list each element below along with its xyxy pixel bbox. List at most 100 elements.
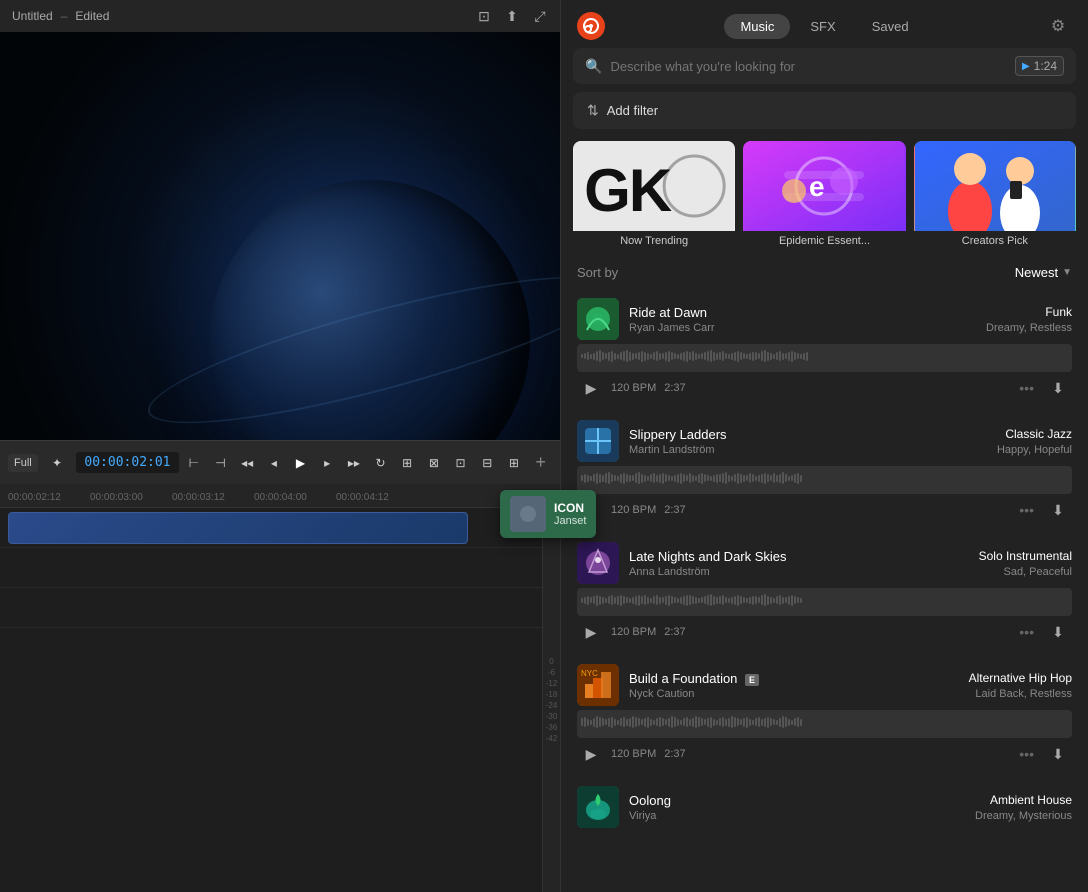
- filter-bar[interactable]: ⇅ Add filter: [573, 92, 1076, 129]
- track-art-image: [577, 420, 619, 462]
- track-genre: Ambient House: [990, 793, 1072, 807]
- ruler-marks: 00:00:02:12 00:00:03:00 00:00:03:12 00:0…: [0, 492, 418, 503]
- svg-text:NYC: NYC: [581, 669, 598, 678]
- tab-sfx[interactable]: SFX: [794, 14, 851, 39]
- search-icon: 🔍: [585, 58, 602, 75]
- duration-text: 2:37: [664, 748, 685, 760]
- duration-value: 1:24: [1034, 59, 1057, 73]
- track-art-build-foundation: NYC: [577, 664, 619, 706]
- explicit-badge: E: [745, 674, 759, 686]
- tab-music[interactable]: Music: [724, 14, 790, 39]
- track-artist: Anna Landström: [629, 566, 710, 578]
- track-info-build-foundation: Build a Foundation E Alternative Hip Hop…: [629, 671, 1072, 700]
- app-title: Untitled: [12, 9, 53, 23]
- track-row-1[interactable]: [0, 508, 560, 548]
- download-button[interactable]: ⬇: [1046, 498, 1070, 522]
- tooltip-info: ICON Janset: [554, 501, 586, 527]
- tooltip-title: ICON: [554, 501, 586, 515]
- creators-label: Creators Pick: [914, 231, 1076, 247]
- sort-value[interactable]: Newest ▼: [1015, 265, 1072, 280]
- track-item-late-nights[interactable]: Late Nights and Dark Skies Solo Instrume…: [569, 534, 1080, 652]
- track-artist: Ryan James Carr: [629, 322, 715, 334]
- window-icon[interactable]: ⊡: [476, 8, 492, 24]
- tab-saved[interactable]: Saved: [856, 14, 925, 39]
- export-icon[interactable]: ⬆: [504, 8, 520, 24]
- track-item-slippery-ladders[interactable]: Slippery Ladders Classic Jazz Martin Lan…: [569, 412, 1080, 530]
- ruler-mark: 00:00:03:12: [172, 492, 254, 503]
- extra1-btn[interactable]: ⊟: [476, 449, 499, 477]
- play-button[interactable]: ▶: [579, 376, 603, 400]
- category-trending[interactable]: GK Now Trending: [573, 141, 735, 247]
- more-options-button[interactable]: •••: [1015, 746, 1038, 762]
- track-artist: Viriya: [629, 810, 656, 822]
- download-button[interactable]: ⬇: [1046, 742, 1070, 766]
- track-item-ride-at-dawn[interactable]: Ride at Dawn Funk Ryan James Carr Dreamy…: [569, 290, 1080, 408]
- play-button[interactable]: ▶: [579, 620, 603, 644]
- category-epidemic[interactable]: e Epidemic Essent...: [743, 141, 905, 247]
- mark-out-btn[interactable]: ⊣: [209, 449, 232, 477]
- more-options-button[interactable]: •••: [1015, 502, 1038, 518]
- duration-badge[interactable]: ▶ 1:24: [1015, 56, 1064, 76]
- play-icon: ▶: [1022, 61, 1030, 72]
- timeline-tracks: [0, 508, 560, 892]
- add-btn[interactable]: +: [529, 449, 552, 477]
- category-creators[interactable]: Creators Pick: [914, 141, 1076, 247]
- play-button[interactable]: ▶: [579, 742, 603, 766]
- prev-frame-btn[interactable]: ◂◂: [236, 449, 259, 477]
- track-row-3[interactable]: [0, 588, 560, 628]
- panel-tabs: Music SFX Saved: [613, 14, 1036, 39]
- zoom-selector[interactable]: Full: [8, 454, 38, 472]
- loop-btn[interactable]: ↻: [369, 449, 392, 477]
- track-name: Slippery Ladders: [629, 427, 727, 442]
- track-genre: Solo Instrumental: [979, 549, 1072, 563]
- tool-select-btn[interactable]: ✦: [46, 449, 69, 477]
- track-list: Ride at Dawn Funk Ryan James Carr Dreamy…: [561, 290, 1088, 892]
- tooltip-subtitle: Janset: [554, 515, 586, 527]
- track-moods: Dreamy, Restless: [986, 322, 1072, 334]
- track-info-slippery-ladders: Slippery Ladders Classic Jazz Martin Lan…: [629, 427, 1072, 456]
- app-status: –: [61, 9, 68, 23]
- track-art-image: [577, 298, 619, 340]
- track-moods: Laid Back, Restless: [975, 688, 1072, 700]
- track-controls-late-nights: ▶ 120 BPM 2:37 ••• ⬇: [577, 620, 1072, 644]
- track-artist-row: Viriya Dreamy, Mysterious: [629, 810, 1072, 822]
- panel-header: Music SFX Saved ⚙: [561, 0, 1088, 48]
- prev-btn[interactable]: ◂: [263, 449, 286, 477]
- more-options-button[interactable]: •••: [1015, 380, 1038, 396]
- track-name-row: Slippery Ladders Classic Jazz: [629, 427, 1072, 442]
- snapshot-btn[interactable]: ⊡: [449, 449, 472, 477]
- sort-label: Sort by: [577, 265, 1015, 280]
- extra2-btn[interactable]: ⊞: [503, 449, 526, 477]
- track-name-row: Ride at Dawn Funk: [629, 305, 1072, 320]
- track-item-build-foundation[interactable]: NYC Build a Foundation E Alternative Hip…: [569, 656, 1080, 774]
- track-clip-1[interactable]: [8, 512, 468, 544]
- track-row-2[interactable]: [0, 548, 560, 588]
- track-artist-row: Nyck Caution Laid Back, Restless: [629, 688, 1072, 700]
- download-button[interactable]: ⬇: [1046, 620, 1070, 644]
- track-top: Ride at Dawn Funk Ryan James Carr Dreamy…: [577, 298, 1072, 340]
- more-options-button[interactable]: •••: [1015, 624, 1038, 640]
- track-waveform-ride-at-dawn: (function() { const heights = [4,6,8,5,7…: [577, 344, 1072, 372]
- next-frame-btn[interactable]: ▸▸: [343, 449, 366, 477]
- search-input[interactable]: [610, 59, 1007, 74]
- track-item-oolong[interactable]: Oolong Ambient House Viriya Dreamy, Myst…: [569, 778, 1080, 840]
- track-controls-build-foundation: ▶ 120 BPM 2:37 ••• ⬇: [577, 742, 1072, 766]
- play-btn[interactable]: ▶: [289, 449, 312, 477]
- sort-bar: Sort by Newest ▼: [561, 259, 1088, 290]
- track-name-row: Oolong Ambient House: [629, 793, 1072, 808]
- ripple-btn[interactable]: ⊞: [396, 449, 419, 477]
- track-top: Late Nights and Dark Skies Solo Instrume…: [577, 542, 1072, 584]
- waveform-bars: (function() { const heights = [4,6,8,5,7…: [577, 344, 1072, 368]
- track-genre: Alternative Hip Hop: [969, 671, 1072, 685]
- track-art-oolong: [577, 786, 619, 828]
- track-info-late-nights: Late Nights and Dark Skies Solo Instrume…: [629, 549, 1072, 578]
- fullscreen-icon[interactable]: ⤢: [532, 8, 548, 24]
- track-moods: Happy, Hopeful: [997, 444, 1072, 456]
- download-button[interactable]: ⬇: [1046, 376, 1070, 400]
- settings-icon[interactable]: ⚙: [1044, 12, 1072, 40]
- next-btn[interactable]: ▸: [316, 449, 339, 477]
- mark-in-btn[interactable]: ⊢: [183, 449, 206, 477]
- track-name: Late Nights and Dark Skies: [629, 549, 787, 564]
- track-top: Oolong Ambient House Viriya Dreamy, Myst…: [577, 786, 1072, 828]
- split-btn[interactable]: ⊠: [423, 449, 446, 477]
